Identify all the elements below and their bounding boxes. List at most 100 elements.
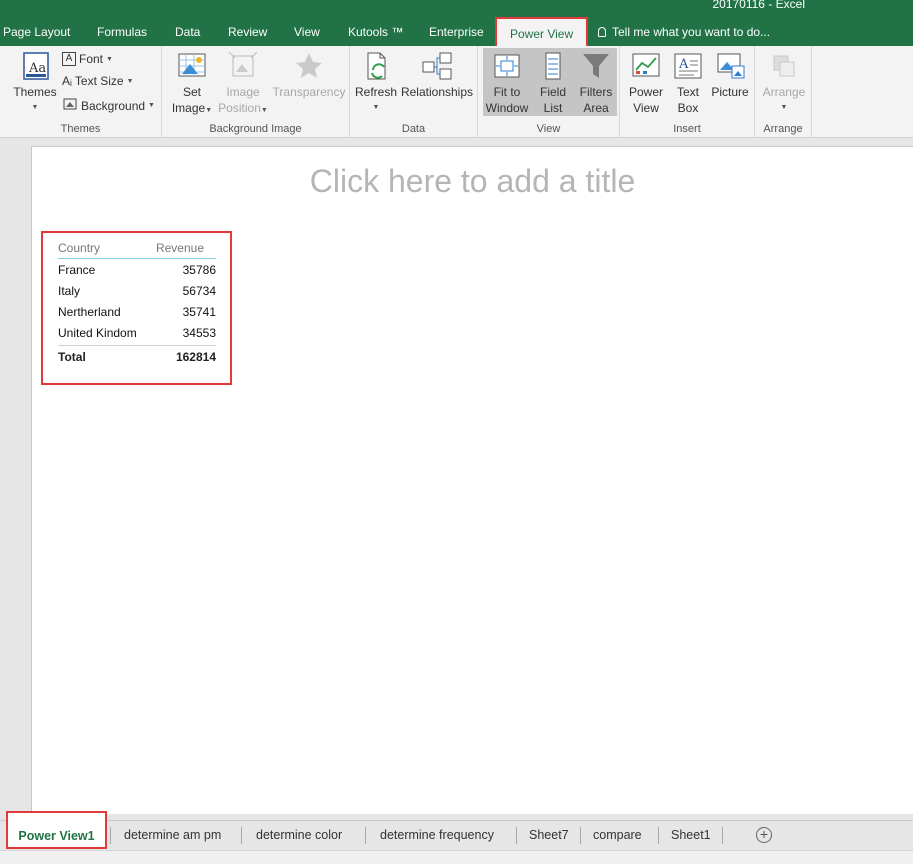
tab-divider <box>722 827 723 844</box>
power-view-icon <box>630 50 662 82</box>
arrange-button[interactable]: Arrange ▼ <box>761 50 807 116</box>
country-cell: France <box>58 262 96 277</box>
set-image-button[interactable]: Set Image▼ <box>170 50 214 119</box>
ribbon: Aa Themes ▼ A Font ▼ Aᵢ Text Size ▼ Backgr… <box>0 46 913 138</box>
set-image-icon <box>176 50 208 82</box>
text-size-icon: Aᵢ <box>62 74 72 88</box>
tab-view[interactable]: View <box>294 25 320 39</box>
data-group-label: Data <box>401 123 426 135</box>
sheet-tab-sheet7[interactable]: Sheet7 <box>529 828 569 842</box>
view-group: Fit to Window Field List Filters Area Vi… <box>478 46 620 138</box>
arrange-group-label: Arrange <box>763 123 803 135</box>
fit-to-window-button[interactable]: Fit to Window <box>483 48 531 116</box>
themes-icon: Aa <box>19 50 51 82</box>
chevron-down-icon: ▼ <box>148 102 155 109</box>
arrange-group: Arrange ▼ Arrange <box>755 46 812 138</box>
filter-icon <box>580 50 612 82</box>
lightbulb-icon <box>598 27 606 37</box>
image-position-icon <box>227 50 259 82</box>
revenue-table-visual[interactable]: Country Revenue France 35786 Italy 56734… <box>41 231 232 385</box>
country-cell: United Kindom <box>58 325 137 340</box>
table-row: France 35786 <box>58 259 216 280</box>
tab-review[interactable]: Review <box>228 25 267 39</box>
table-row: Italy 56734 <box>58 280 216 301</box>
country-cell: Italy <box>58 283 81 298</box>
svg-text:A: A <box>678 57 689 72</box>
star-icon <box>293 50 325 82</box>
refresh-button[interactable]: Refresh ▼ <box>354 50 398 116</box>
tab-page-layout[interactable]: Page Layout <box>3 25 70 39</box>
view-group-label: View <box>536 123 561 135</box>
sheet-tab-determine-frequency[interactable]: determine frequency <box>380 828 494 842</box>
revenue-cell: 35786 <box>182 262 216 277</box>
themes-group: Aa Themes ▼ A Font ▼ Aᵢ Text Size ▼ Backgr… <box>0 46 162 138</box>
status-bar <box>0 850 913 864</box>
picture-button[interactable]: Picture <box>709 50 751 100</box>
chevron-down-icon: ▼ <box>260 107 268 114</box>
chevron-down-icon: ▼ <box>372 104 380 111</box>
power-view-button[interactable]: Power View <box>625 50 667 116</box>
chevron-down-icon: ▼ <box>31 104 39 111</box>
data-group: Refresh ▼ Relationships Data <box>350 46 478 138</box>
text-box-button[interactable]: A Text Box <box>671 50 705 116</box>
font-button[interactable]: A Font ▼ <box>62 52 113 66</box>
tab-data[interactable]: Data <box>175 25 200 39</box>
revenue-cell: 56734 <box>182 283 216 298</box>
themes-group-label: Themes <box>60 123 101 135</box>
tab-divider <box>658 827 659 844</box>
tab-enterprise[interactable]: Enterprise <box>429 25 484 39</box>
font-icon: A <box>62 52 76 66</box>
title-bar: 20170116 - Excel Page Layout Formulas Da… <box>0 0 913 46</box>
chevron-down-icon: ▼ <box>205 107 213 114</box>
sheet-tab-compare[interactable]: compare <box>593 828 642 842</box>
field-list-button[interactable]: Field List <box>531 48 575 116</box>
tab-divider <box>365 827 366 844</box>
themes-button[interactable]: Aa Themes ▼ <box>12 50 58 116</box>
revenue-cell: 34553 <box>182 325 216 340</box>
table-row: United Kindom 34553 <box>58 322 216 343</box>
background-icon <box>62 97 78 114</box>
svg-text:Aa: Aa <box>28 61 46 76</box>
tab-divider <box>580 827 581 844</box>
tab-divider <box>241 827 242 844</box>
tell-me-label: Tell me what you want to do... <box>612 25 771 39</box>
tab-divider <box>516 827 517 844</box>
tab-power-view[interactable]: Power View <box>495 17 589 46</box>
table-total-row: Total 162814 <box>58 345 216 367</box>
sheet-tab-determine-am-pm[interactable]: determine am pm <box>124 828 221 842</box>
sheet-tab-power-view1[interactable]: Power View1 <box>6 811 107 849</box>
arrange-icon <box>768 50 800 82</box>
add-sheet-icon[interactable]: + <box>756 827 772 843</box>
background-image-group: Set Image▼ Image Position▼ Transparency … <box>162 46 350 138</box>
fit-window-icon <box>491 50 523 82</box>
tab-kutools[interactable]: Kutools ™ <box>348 25 403 39</box>
picture-icon <box>714 50 746 82</box>
country-column-header[interactable]: Country <box>58 241 100 258</box>
total-value: 162814 <box>175 349 216 364</box>
power-view-canvas[interactable]: Click here to add a title Country Revenu… <box>31 146 913 814</box>
revenue-column-header[interactable]: Revenue <box>156 241 204 258</box>
report-title-placeholder[interactable]: Click here to add a title <box>32 163 913 200</box>
filters-area-button[interactable]: Filters Area <box>575 48 617 116</box>
window-title: 20170116 - Excel <box>712 0 805 11</box>
chevron-down-icon: ▼ <box>780 104 788 111</box>
image-position-button[interactable]: Image Position▼ <box>218 50 268 119</box>
revenue-cell: 35741 <box>182 304 216 319</box>
insert-group: Power View A Text Box Picture Insert <box>620 46 755 138</box>
background-button[interactable]: Background ▼ <box>62 97 155 114</box>
refresh-icon <box>360 50 392 82</box>
transparency-button[interactable]: Transparency <box>272 50 346 100</box>
sheet-tab-determine-color[interactable]: determine color <box>256 828 342 842</box>
revenue-table: Country Revenue France 35786 Italy 56734… <box>58 241 216 367</box>
tell-me-search[interactable]: Tell me what you want to do... <box>598 25 770 39</box>
table-row: Nertherland 35741 <box>58 301 216 322</box>
relationships-icon <box>421 50 453 82</box>
text-box-icon: A <box>672 50 704 82</box>
text-size-button[interactable]: Aᵢ Text Size ▼ <box>62 74 134 88</box>
relationships-button[interactable]: Relationships <box>400 50 474 100</box>
sheet-tab-sheet1[interactable]: Sheet1 <box>671 828 711 842</box>
insert-group-label: Insert <box>673 123 701 135</box>
sheet-tab-bar: Power View1 determine am pm determine co… <box>0 811 913 850</box>
tab-formulas[interactable]: Formulas <box>97 25 147 39</box>
table-header: Country Revenue <box>58 241 216 259</box>
